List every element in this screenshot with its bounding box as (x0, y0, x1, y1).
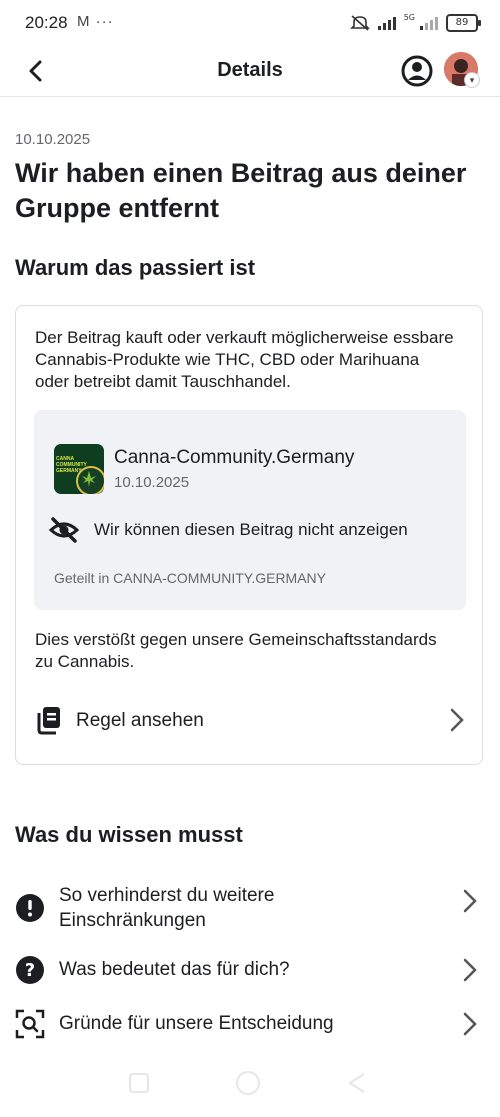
list-item-label: Was bedeutet das für dich? (59, 959, 290, 980)
reason-card: Der Beitrag kauft oder verkauft mögliche… (15, 305, 483, 765)
profile-circle-icon (401, 55, 433, 87)
chevron-right-icon (463, 1012, 477, 1036)
list-item-prevent-restrictions[interactable]: So verhinderst du weitere Einschränkunge… (0, 878, 500, 942)
exclamation-icon (16, 894, 44, 922)
list-item-decision-reasons[interactable]: Gründe für unsere Entscheidung (0, 1004, 500, 1044)
removed-post-preview: CANNA COMMUNITY GERMANY Canna-Community.… (34, 410, 466, 610)
list-item-label: So verhinderst du weitere Einschränkunge… (59, 885, 275, 931)
chevron-right-icon (463, 958, 477, 982)
signal-icon (377, 16, 396, 30)
mute-icon (349, 15, 370, 31)
shared-in-label: Geteilt in CANNA-COMMUNITY.GERMANY (54, 570, 327, 586)
eye-off-icon (48, 517, 80, 543)
status-bar: 20:28 M ··· 5G 89 (0, 0, 500, 46)
status-time: 20:28 (25, 13, 68, 32)
violation-text: Dies verstößt gegen unsere Gemeinschafts… (35, 630, 437, 671)
system-nav-icons (129, 1071, 365, 1095)
rulebook-icon (37, 707, 60, 735)
status-right-icons: 5G 89 (349, 12, 481, 34)
top-nav: Details ▾ (0, 46, 500, 97)
scan-search-icon (15, 1009, 45, 1039)
group-thumbnail: CANNA COMMUNITY GERMANY (54, 444, 104, 494)
post-hidden-message: Wir können diesen Beitrag nicht anzeigen (94, 520, 408, 539)
view-rule-label: Regel ansehen (76, 710, 204, 731)
status-notification-icons: M ··· (77, 13, 114, 30)
notice-headline: Wir haben einen Beitrag aus deiner Grupp… (15, 158, 467, 223)
cannabis-leaf-icon (76, 466, 104, 494)
svg-text:?: ? (25, 960, 35, 981)
profile-button[interactable] (400, 54, 434, 88)
system-back-icon (348, 1073, 365, 1093)
network-type-label: 5G (403, 12, 415, 22)
home-icon (236, 1071, 260, 1095)
system-nav-bar (0, 1060, 500, 1112)
know-heading: Was du wissen musst (15, 822, 243, 847)
battery-icon: 89 (446, 14, 481, 32)
signal-2-icon (420, 16, 438, 30)
notice-date: 10.10.2025 (15, 131, 91, 148)
chevron-right-icon (450, 708, 464, 732)
recent-apps-icon (129, 1073, 149, 1093)
post-date: 10.10.2025 (114, 474, 190, 491)
why-heading: Warum das passiert ist (15, 255, 256, 280)
list-item-what-it-means[interactable]: ? Was bedeutet das für dich? (0, 950, 500, 990)
group-name: Canna-Community.Germany (114, 447, 355, 468)
question-icon: ? (16, 956, 44, 984)
chevron-right-icon (463, 889, 477, 913)
list-item-label: Gründe für unsere Entscheidung (59, 1013, 334, 1034)
reason-description: Der Beitrag kauft oder verkauft mögliche… (35, 328, 454, 391)
avatar-dropdown-icon[interactable]: ▾ (464, 72, 480, 88)
view-rule-button[interactable]: Regel ansehen (30, 694, 470, 746)
